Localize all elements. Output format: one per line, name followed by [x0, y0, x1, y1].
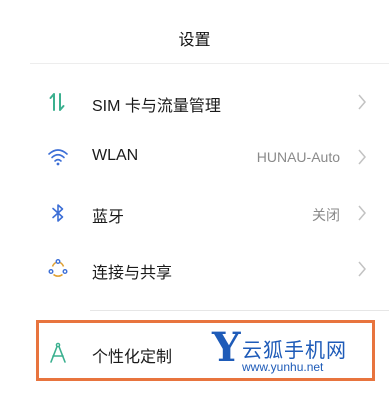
- settings-item-label: SIM 卡与流量管理: [92, 98, 221, 115]
- settings-item-label: WLAN: [92, 147, 139, 164]
- settings-item-connection-sharing[interactable]: 连接与共享: [0, 241, 389, 297]
- watermark-site-name: 云狐手机网: [242, 340, 347, 362]
- connection-share-icon: [46, 257, 70, 281]
- chevron-right-icon: [357, 148, 367, 166]
- divider: [90, 310, 389, 311]
- sim-data-arrows-icon: [46, 90, 70, 114]
- divider: [30, 63, 389, 64]
- wifi-icon: [46, 145, 70, 169]
- settings-item-wlan[interactable]: WLAN HUNAU-Auto: [0, 129, 389, 185]
- chevron-right-icon: [357, 204, 367, 222]
- watermark-url: www.yunhu.net: [242, 360, 324, 374]
- chevron-right-icon: [357, 260, 367, 278]
- settings-item-bluetooth[interactable]: 蓝牙 关闭: [0, 185, 389, 241]
- page-title: 设置: [178, 32, 211, 49]
- settings-item-label: 蓝牙: [92, 209, 125, 226]
- watermark-logo-letter: Y: [212, 324, 241, 371]
- watermark: Y 云狐手机网 www.yunhu.net: [212, 328, 382, 380]
- bluetooth-status-value: 关闭: [312, 207, 340, 223]
- bluetooth-icon: [46, 201, 70, 225]
- chevron-right-icon: [357, 93, 367, 111]
- wlan-network-value: HUNAU-Auto: [256, 149, 340, 165]
- settings-item-sim[interactable]: SIM 卡与流量管理: [0, 74, 389, 130]
- settings-item-label: 连接与共享: [92, 265, 173, 282]
